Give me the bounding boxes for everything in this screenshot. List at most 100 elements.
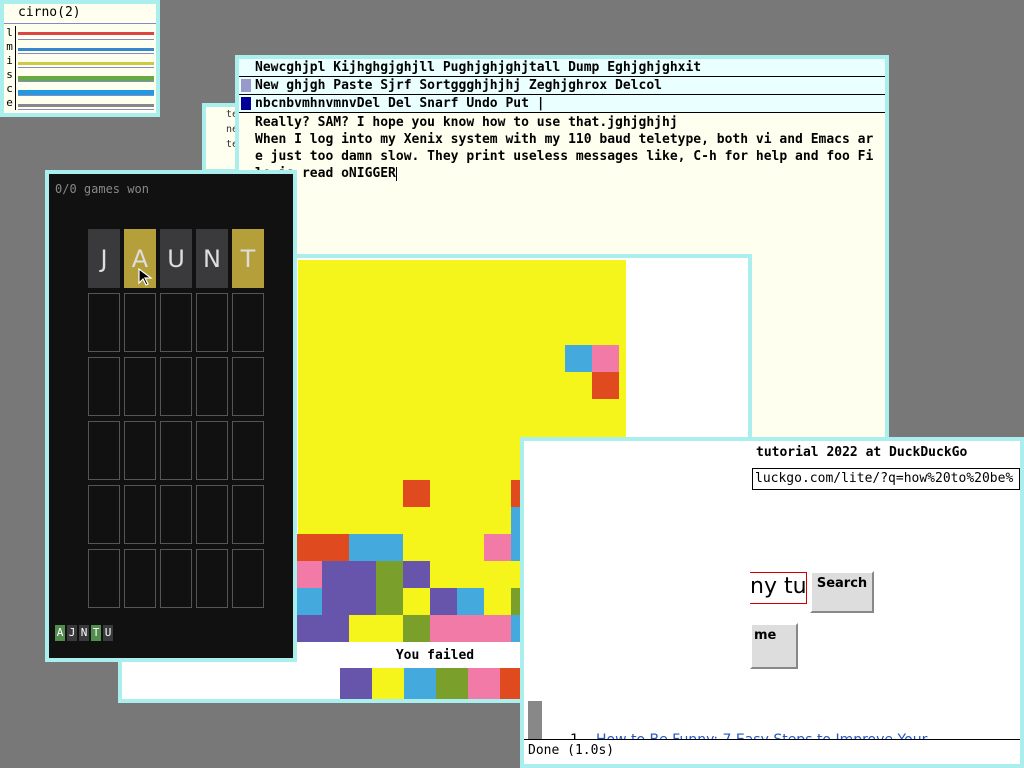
- wordle-tile: [196, 549, 228, 608]
- wordle-tile: [160, 549, 192, 608]
- wordle-window[interactable]: 0/0 games won JAUNT AJNTU: [45, 170, 297, 662]
- used-letter-key: T: [91, 625, 101, 641]
- used-letter-key: A: [55, 625, 65, 641]
- wordle-tile: N: [196, 229, 228, 288]
- wordle-tile: [88, 293, 120, 352]
- wordle-tile: [124, 421, 156, 480]
- tetris-block: [592, 345, 619, 372]
- wordle-tile: [196, 293, 228, 352]
- stats-graph: [18, 26, 154, 40]
- wordle-tile: [232, 549, 264, 608]
- tetris-block: [376, 534, 403, 561]
- tetris-block: [295, 534, 322, 561]
- tetris-block: [349, 561, 376, 588]
- wordle-tile: [88, 549, 120, 608]
- tetris-block: [376, 561, 403, 588]
- wordle-tile: J: [88, 229, 120, 288]
- stats-graph: [18, 54, 154, 68]
- stats-row-m: m: [4, 40, 156, 54]
- tetris-block: [322, 534, 349, 561]
- wordle-tile: [232, 293, 264, 352]
- tetris-block: [295, 561, 322, 588]
- stats-graph: [18, 82, 154, 96]
- stats-label: c: [4, 82, 16, 96]
- tetris-block: [376, 588, 403, 615]
- window-handle[interactable]: [241, 97, 251, 110]
- stats-label: s: [4, 68, 16, 82]
- palette-swatch: [372, 668, 404, 699]
- wordle-tile: [88, 485, 120, 544]
- page-title: tutorial 2022 at DuckDuckGo: [756, 445, 968, 460]
- stats-row-i: i: [4, 54, 156, 68]
- tetris-block: [484, 615, 511, 642]
- acme-tag-text[interactable]: New ghjgh Paste Sjrf Sortggghjhjhj Zeghj…: [255, 78, 662, 93]
- text-cursor: [395, 166, 397, 181]
- stats-row-e: e: [4, 96, 156, 110]
- tetris-block: [484, 534, 511, 561]
- stats-row-c: c: [4, 82, 156, 96]
- tetris-block: [430, 615, 457, 642]
- wordle-tile: [124, 357, 156, 416]
- stats-graph: [18, 68, 154, 82]
- stats-row-s: s: [4, 68, 156, 82]
- palette-swatch: [436, 668, 468, 699]
- stats-label: e: [4, 96, 16, 110]
- palette-swatch: [468, 668, 500, 699]
- wordle-tile: T: [232, 229, 264, 288]
- tetris-block: [430, 588, 457, 615]
- url-field[interactable]: luckgo.com/lite/?q=how%20to%20be%: [752, 468, 1020, 490]
- wordle-tile: [160, 485, 192, 544]
- wordle-tile: U: [160, 229, 192, 288]
- acme-tag-row-1[interactable]: Newcghjpl Kijhghgjghjll Pughjghjghjtall …: [239, 59, 885, 77]
- tetris-block: [403, 561, 430, 588]
- stats-graph: [18, 40, 154, 54]
- stats-label: m: [4, 40, 16, 54]
- search-input[interactable]: ny tu: [750, 572, 807, 604]
- column-handle[interactable]: [241, 79, 251, 92]
- tetris-block: [403, 615, 430, 642]
- wordle-tile: [124, 485, 156, 544]
- tetris-block: [295, 588, 322, 615]
- search-button[interactable]: Search: [810, 571, 874, 613]
- scrollbar[interactable]: [528, 701, 542, 741]
- tetris-block: [457, 615, 484, 642]
- wordle-tile: [196, 421, 228, 480]
- browser-window[interactable]: tutorial 2022 at DuckDuckGo luckgo.com/l…: [520, 437, 1024, 768]
- acme-tag-row-3[interactable]: nbcnbvmhnvmnvDel Del Snarf Undo Put |: [239, 95, 885, 113]
- acme-tag-text[interactable]: Newcghjpl Kijhghgjghjll Pughjghjghjtall …: [255, 60, 701, 75]
- stats-label: l: [4, 26, 16, 40]
- stats-window[interactable]: cirno(2) lmisce: [0, 0, 160, 117]
- tetris-block: [322, 615, 349, 642]
- wordle-tile: [232, 485, 264, 544]
- tetris-block: [565, 345, 592, 372]
- wordle-tile: [124, 293, 156, 352]
- wordle-tile: [160, 293, 192, 352]
- used-letter-key: N: [79, 625, 89, 641]
- acme-tag-text[interactable]: nbcnbvmhnvmnvDel Del Snarf Undo Put |: [255, 96, 545, 111]
- tetris-block: [403, 480, 430, 507]
- acme-body-text[interactable]: Really? SAM? I hope you know how to use …: [255, 115, 873, 181]
- stats-row-l: l: [4, 26, 156, 40]
- tetris-block: [322, 561, 349, 588]
- acme-tag-row-2[interactable]: New ghjgh Paste Sjrf Sortggghjhjhj Zeghj…: [239, 77, 885, 95]
- used-letter-key: J: [67, 625, 77, 641]
- wordle-tile: [88, 421, 120, 480]
- used-letter-key: U: [103, 625, 113, 641]
- secondary-button[interactable]: me: [750, 623, 798, 669]
- status-bar: Done (1.0s): [524, 739, 1020, 764]
- wordle-tile: [196, 357, 228, 416]
- palette-swatch: [340, 668, 372, 699]
- tetris-block: [592, 372, 619, 399]
- games-won-counter: 0/0 games won: [55, 182, 149, 196]
- palette-swatch: [404, 668, 436, 699]
- tetris-block: [349, 588, 376, 615]
- wordle-tile: [232, 421, 264, 480]
- tetris-block: [349, 615, 376, 642]
- wordle-tile: [196, 485, 228, 544]
- acme-text-body[interactable]: Really? SAM? I hope you know how to use …: [239, 113, 881, 182]
- wordle-tile: [160, 421, 192, 480]
- tetris-block: [349, 534, 376, 561]
- stats-graph: [18, 96, 154, 110]
- tetris-block: [376, 615, 403, 642]
- wordle-tile: [88, 357, 120, 416]
